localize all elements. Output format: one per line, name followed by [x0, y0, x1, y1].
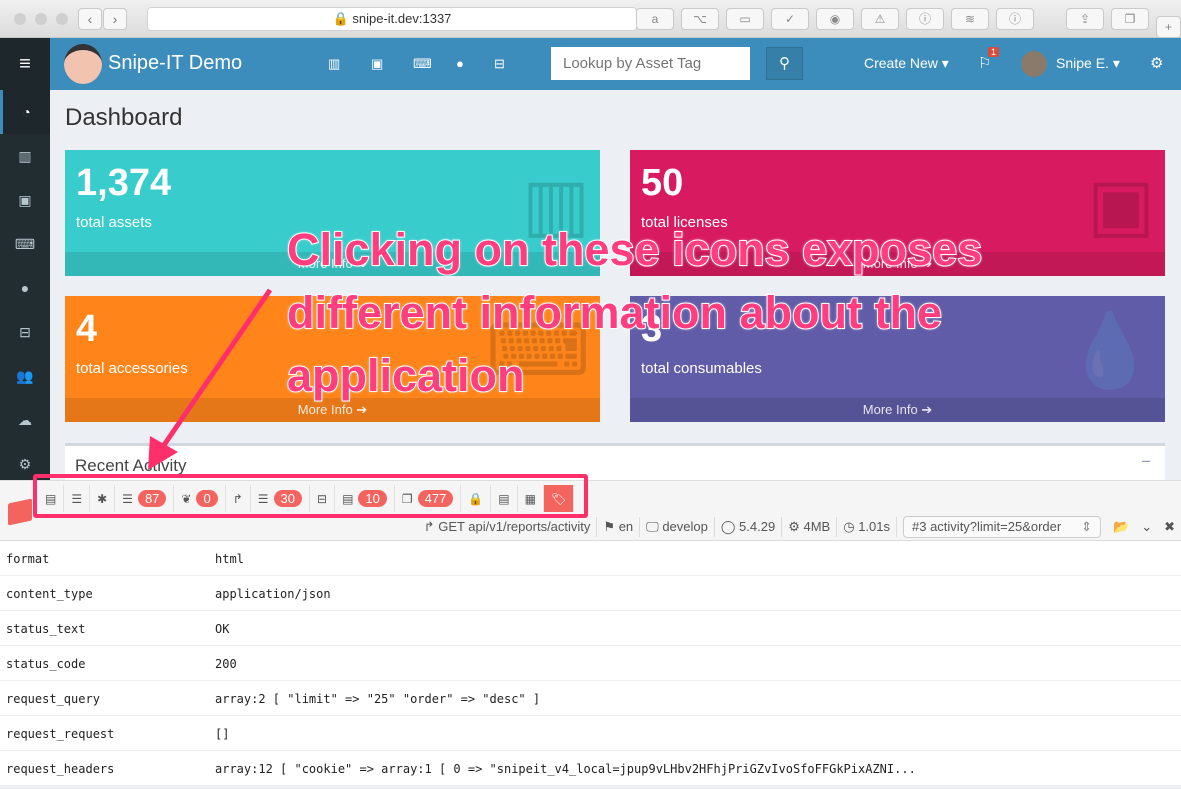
annotation-line: application: [286, 349, 526, 402]
annotation-line: different information about the: [286, 286, 943, 339]
annotation-text: Clicking on these icons exposes differen…: [286, 218, 983, 407]
annotation-line: Clicking on these icons exposes: [286, 223, 983, 276]
